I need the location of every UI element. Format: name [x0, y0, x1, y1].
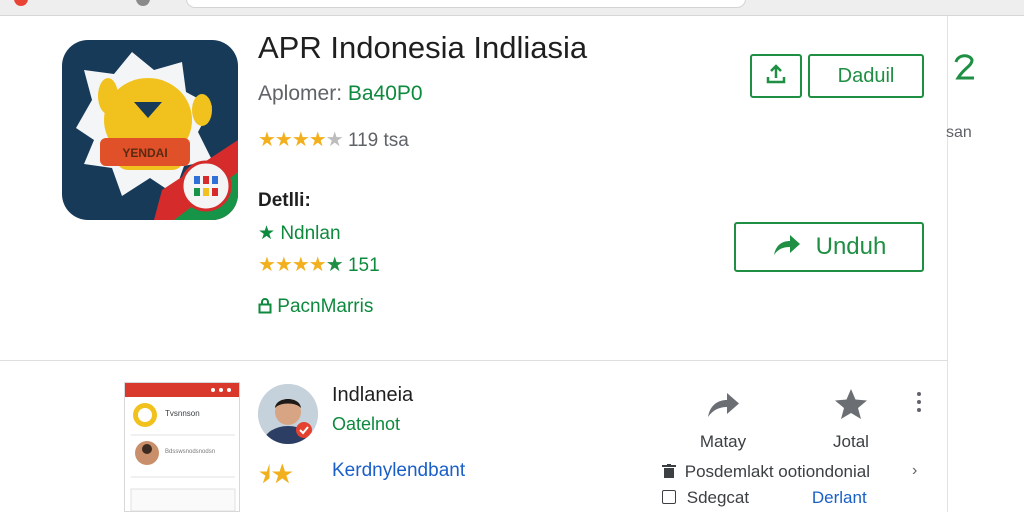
checkbox[interactable]: [662, 490, 676, 504]
browser-nav-dot[interactable]: [136, 0, 150, 6]
share-label: Matay: [699, 432, 747, 451]
review-stars: ⯨★: [258, 458, 294, 499]
meta-row2-right-link[interactable]: Derlant: [812, 488, 867, 507]
details-lock-item[interactable]: PacnMarris: [258, 296, 373, 318]
reviewer-name: Indlaneia: [332, 384, 414, 406]
details-lock-text: PacnMarris: [277, 296, 374, 317]
full-star-icon: ★: [270, 462, 294, 489]
half-star-icon: ⯨: [258, 462, 271, 489]
unduh-button[interactable]: Unduh: [734, 222, 924, 272]
rating-suffix: tsa: [383, 130, 409, 151]
developer-prefix: Aplomer:: [258, 82, 343, 105]
unduh-label: Unduh: [815, 233, 887, 260]
reviewer-avatar[interactable]: [258, 384, 318, 444]
lock-icon: [258, 296, 277, 317]
star-outline-icon: [808, 384, 894, 424]
star-icon: ★: [258, 223, 276, 244]
details-rating-item: ★★★★★ 151: [258, 252, 380, 277]
details-star-text: Ndnlan: [280, 223, 341, 244]
app-icon-banner-text: YENDAI: [122, 146, 167, 160]
side-text: san: [946, 124, 972, 141]
app-icon: YENDAI: [62, 40, 238, 220]
download-icon-button[interactable]: [750, 54, 802, 98]
screenshot-row1-text: Tvsnnson: [165, 409, 200, 418]
share-arrow-icon: [772, 231, 802, 264]
daduil-button[interactable]: Daduil: [808, 54, 924, 98]
chevron-right-icon[interactable]: ›: [912, 462, 917, 480]
favorite-label: Jotal: [833, 432, 869, 451]
browser-close-dot[interactable]: [14, 0, 28, 6]
side-user-icon[interactable]: [950, 48, 978, 84]
details-rating-stars: ★★★★★: [258, 254, 344, 276]
trash-icon: [662, 462, 685, 481]
browser-top-bar: [0, 0, 1024, 16]
meta-row-2: Sdegcat Derlant: [662, 488, 867, 508]
meta-row-1: Posdemlakt ootiondonial: [662, 462, 870, 482]
screenshot-row2-text: Bdsswsnodsnodsn: [165, 449, 216, 455]
address-bar[interactable]: [186, 0, 746, 8]
review-link[interactable]: Kerdnylendbant: [332, 460, 465, 482]
section-divider: [0, 360, 948, 361]
rating-count: 119: [347, 130, 379, 151]
download-icon: [765, 63, 787, 90]
share-icon: [680, 384, 766, 424]
rating-stars: ★★★★★: [258, 129, 344, 151]
app-rating: ★★★★★ 119 tsa: [258, 127, 409, 152]
developer-link[interactable]: Ba40P0: [348, 82, 423, 105]
meta-row1-right: ootiondonial: [778, 462, 870, 481]
details-rating-value: 151: [347, 255, 380, 276]
reviewer-subtitle: Oatelnot: [332, 414, 401, 434]
details-heading: Detlli:: [258, 190, 311, 211]
meta-row2-left: Sdegcat: [686, 488, 750, 507]
meta-row1-left: Posdemlakt: [684, 462, 774, 481]
app-developer: Aplomer: Ba40P0: [258, 82, 423, 106]
app-title: APR Indonesia Indliasia: [258, 30, 588, 65]
app-screenshot-preview[interactable]: Tvsnnson Bdsswsnodsnodsn: [124, 382, 240, 512]
more-options-icon[interactable]: [912, 390, 926, 414]
favorite-action[interactable]: Jotal: [808, 384, 894, 452]
share-action[interactable]: Matay: [680, 384, 766, 452]
details-star-item: ★ Ndnlan: [258, 222, 341, 245]
